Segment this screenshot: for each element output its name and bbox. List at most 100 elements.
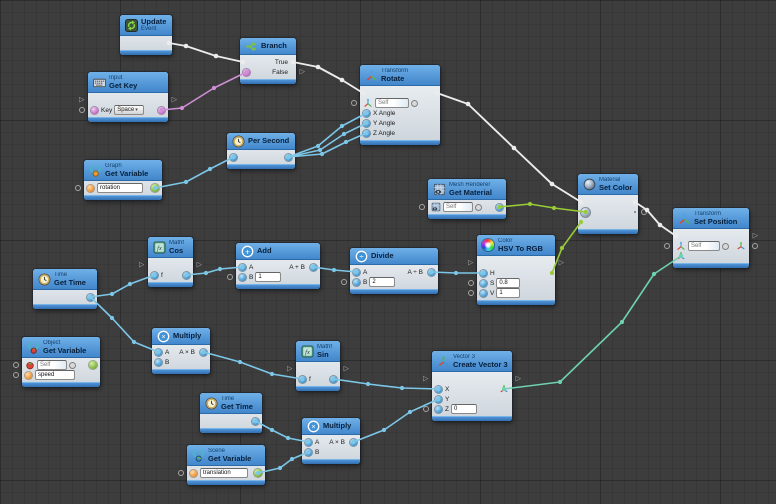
float-port[interactable] <box>363 120 370 127</box>
node-hsv[interactable]: ColorHSV To RGB▷▷HS0.8V1 <box>477 235 555 305</box>
float-port[interactable] <box>353 269 360 276</box>
float-port[interactable] <box>305 449 312 456</box>
float-port[interactable] <box>310 264 317 271</box>
self-field[interactable]: Self <box>37 360 67 370</box>
node-get-material[interactable]: Mesh RendererGet MaterialSelf <box>428 179 506 219</box>
bool-port[interactable] <box>91 107 98 114</box>
node-set-color[interactable]: MaterialSet Color <box>578 174 638 234</box>
node-gv-rotation[interactable]: GraphGet Variablerotation <box>84 160 162 200</box>
node-sin[interactable]: fxMathfSin▷▷f <box>296 341 340 391</box>
value-field[interactable]: 0.8 <box>496 278 520 288</box>
float-dot-icon <box>480 280 487 287</box>
node-body: ▷▷f <box>296 362 340 386</box>
port-label: A × B <box>179 349 195 356</box>
float-port[interactable] <box>330 376 337 383</box>
node-title: Cos <box>169 247 184 255</box>
float-port[interactable] <box>252 418 259 425</box>
bool-port[interactable] <box>243 69 250 76</box>
node-row <box>227 152 295 162</box>
node-multiply-1[interactable]: ×MultiplyAA × BB <box>152 328 210 374</box>
node-get-time-2[interactable]: TimeGet Time <box>200 393 262 433</box>
float-port[interactable] <box>363 110 370 117</box>
node-row <box>360 88 440 98</box>
float-port[interactable] <box>353 279 360 286</box>
node-get-key[interactable]: InputGet Key▷▷KeySpace▾ <box>88 72 168 122</box>
float-port[interactable] <box>239 274 246 281</box>
port-label: A × B <box>329 439 345 446</box>
orange-port[interactable] <box>190 470 197 477</box>
float-port[interactable] <box>363 130 370 137</box>
node-header: UpdateEvent <box>120 15 172 36</box>
self-field[interactable]: Self <box>375 98 409 108</box>
value-field[interactable]: 1 <box>255 272 281 282</box>
value-field[interactable]: Space▾ <box>114 105 144 115</box>
node-divide[interactable]: ÷DivideAA ÷ BB2 <box>350 248 438 294</box>
node-update-event[interactable]: UpdateEvent <box>120 15 172 55</box>
op-mul-icon: × <box>156 329 170 343</box>
green-port[interactable] <box>254 469 262 477</box>
node-header: fxMathfSin <box>296 341 340 362</box>
float-port[interactable] <box>350 439 357 446</box>
sphere-port[interactable] <box>581 208 590 217</box>
node-branch[interactable]: BranchTrueFalse▷ <box>240 38 296 84</box>
orange-port[interactable] <box>87 185 94 192</box>
node-set-position[interactable]: TransformSet Position▷Self <box>673 208 749 268</box>
node-create-v3[interactable]: Vector 3Create Vector 3▷▷XYZ0 <box>432 351 512 421</box>
green-port[interactable] <box>89 361 97 369</box>
unconnected-value-stub <box>75 185 81 191</box>
v3-port[interactable] <box>499 384 509 394</box>
float-port[interactable] <box>305 439 312 446</box>
self-field[interactable]: Self <box>688 241 720 251</box>
value-field[interactable]: 0 <box>451 404 477 414</box>
float-port[interactable] <box>155 359 162 366</box>
node-scene-gv[interactable]: SceneGet Variabletranslation <box>187 445 265 485</box>
node-get-time-1[interactable]: TimeGet Time <box>33 269 97 309</box>
node-rotate[interactable]: TransformRotateSelfX AngleY AngleZ Angle <box>360 65 440 145</box>
float-port[interactable] <box>480 280 487 287</box>
float-port[interactable] <box>480 290 487 297</box>
float-port[interactable] <box>496 204 503 211</box>
v3-port[interactable] <box>736 241 746 251</box>
float-port[interactable] <box>151 272 158 279</box>
graph-canvas[interactable]: UpdateEvent BranchTrueFalse▷ InputGet Key▷… <box>0 0 776 504</box>
float-port[interactable] <box>155 349 162 356</box>
v3-port[interactable] <box>676 251 686 261</box>
unconnected-value-stub <box>641 209 647 215</box>
float-port[interactable] <box>435 386 442 393</box>
green-port[interactable] <box>151 184 159 192</box>
orange-dot-icon <box>190 470 197 477</box>
float-port[interactable] <box>230 154 237 161</box>
float-port[interactable] <box>87 294 94 301</box>
value-field[interactable]: translation <box>200 468 248 478</box>
node-title: Get Time <box>54 279 86 287</box>
value-field[interactable]: 1 <box>496 288 520 298</box>
value-field[interactable]: speed <box>35 370 75 380</box>
node-cos[interactable]: fxMathfCos▷▷f <box>148 237 193 287</box>
float-port[interactable] <box>480 270 487 277</box>
float-port[interactable] <box>285 154 292 161</box>
node-row: AA × B <box>152 347 210 357</box>
orange-port[interactable] <box>25 372 32 379</box>
bool-port[interactable] <box>158 107 165 114</box>
node-per-second[interactable]: Per Second <box>227 133 295 169</box>
float-port[interactable] <box>435 406 442 413</box>
target-indicator-icon <box>411 100 418 107</box>
float-port[interactable] <box>200 349 207 356</box>
value-field[interactable]: 2 <box>369 277 395 287</box>
node-object-gv[interactable]: ObjectGet VariableSelfspeed <box>22 337 100 387</box>
node-add[interactable]: +AddAA + BB1 <box>236 243 320 289</box>
float-port[interactable] <box>299 376 306 383</box>
node-row: X Angle <box>360 108 440 118</box>
float-port[interactable] <box>428 269 435 276</box>
node-footer <box>296 386 340 391</box>
float-port[interactable] <box>435 396 442 403</box>
node-row: X <box>432 384 512 394</box>
node-row <box>578 217 638 227</box>
value-field[interactable]: rotation <box>97 183 143 193</box>
node-title: Get Time <box>221 403 253 411</box>
float-port[interactable] <box>183 272 190 279</box>
node-multiply-2[interactable]: ×MultiplyAA × BB <box>302 418 360 464</box>
var-scene-icon <box>191 448 205 462</box>
self-field[interactable]: Self <box>443 202 473 212</box>
float-port[interactable] <box>239 264 246 271</box>
